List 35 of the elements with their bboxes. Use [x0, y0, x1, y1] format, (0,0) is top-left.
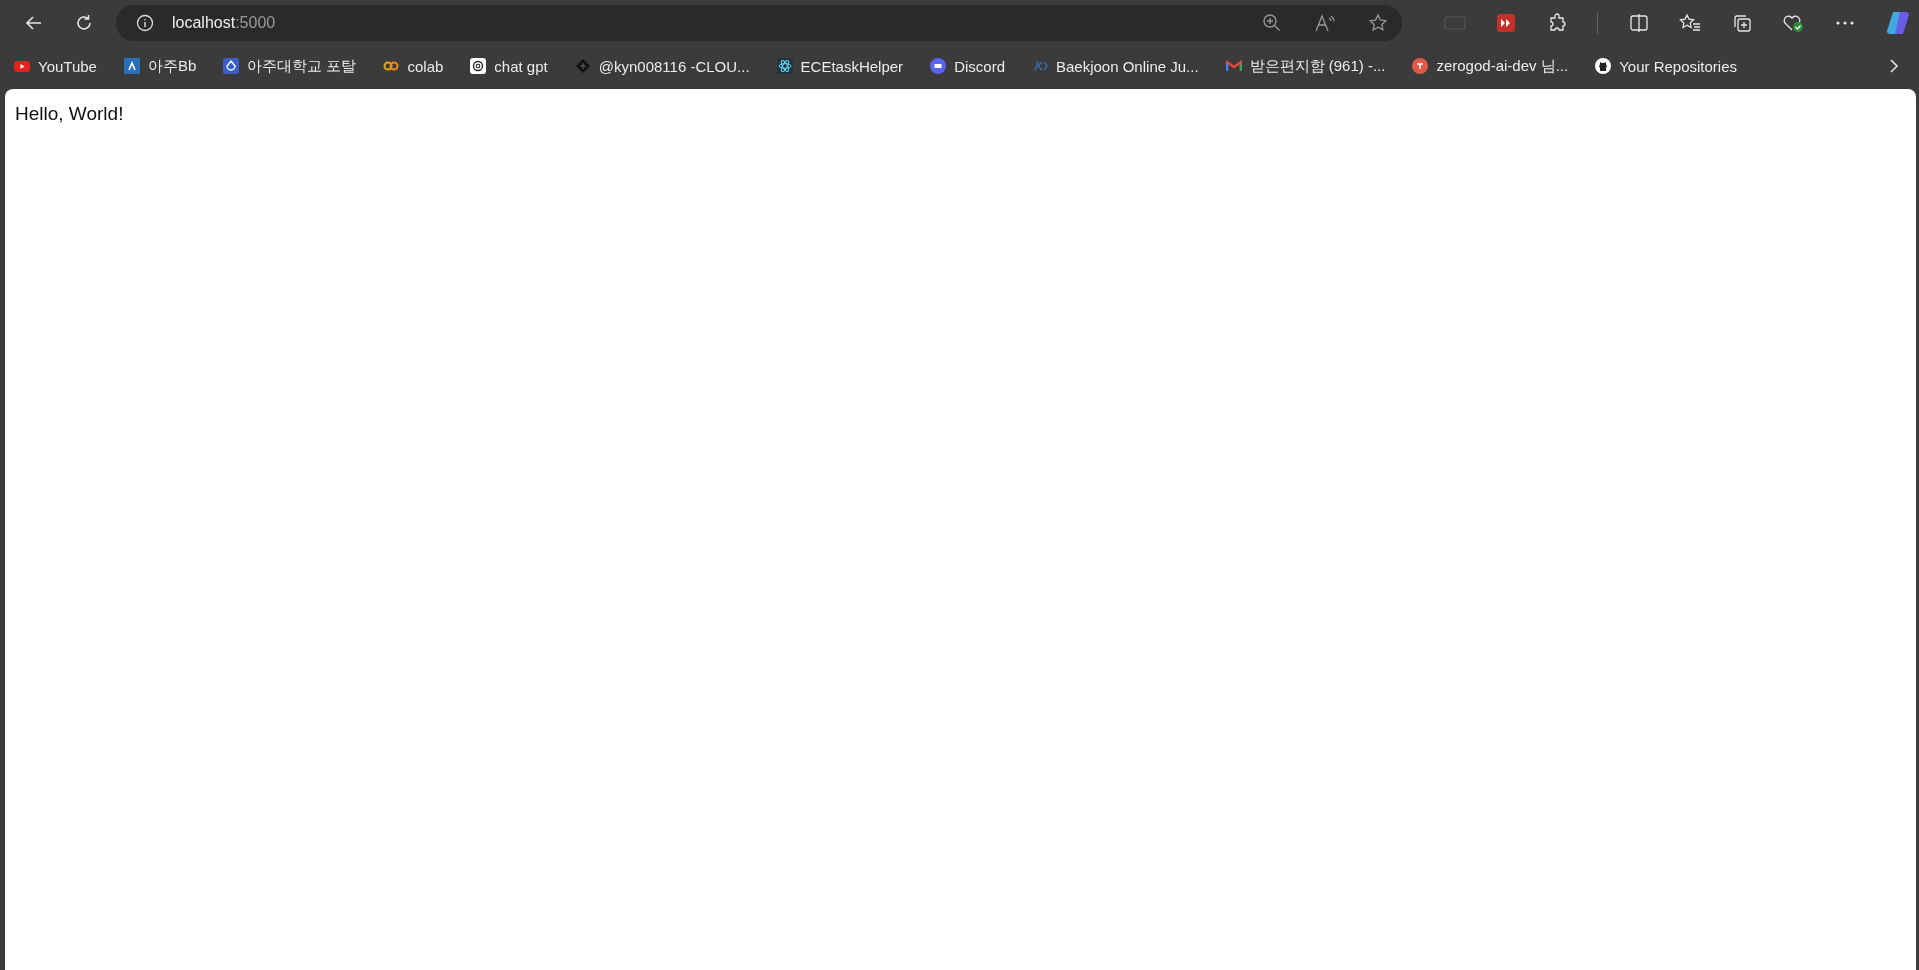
bookmark-link[interactable]: 아주대학교 포탈 — [223, 56, 357, 76]
mail-icon — [1225, 58, 1242, 74]
collections-icon[interactable] — [1731, 13, 1752, 33]
bookmark-link[interactable]: chat gpt — [470, 57, 548, 75]
favorites-icon[interactable] — [1679, 13, 1702, 33]
bookmark-link[interactable]: 아주Bb — [123, 56, 197, 76]
fast-forward-icon[interactable] — [1496, 13, 1517, 33]
read-aloud-icon[interactable] — [1314, 13, 1336, 33]
bookmark-link[interactable]: ECEtaskHelper — [776, 57, 904, 75]
diamond-icon — [574, 58, 591, 74]
chevron-right-icon[interactable] — [1889, 58, 1899, 74]
reload-icon[interactable] — [74, 13, 94, 33]
peak-icon — [123, 58, 140, 74]
info-icon[interactable] — [136, 14, 154, 32]
more-icon[interactable] — [1834, 20, 1855, 26]
bookmark-link[interactable]: YouTube — [14, 57, 97, 75]
split-screen-icon[interactable] — [1628, 13, 1649, 33]
heart-check-icon[interactable] — [1782, 13, 1805, 33]
drops-icon — [223, 58, 240, 74]
code-icon — [1032, 58, 1048, 74]
bookmark-link[interactable]: Your Repositories — [1595, 57, 1738, 75]
bookmark-link[interactable]: @kyn008116 -CLOU... — [574, 57, 750, 75]
address-bar[interactable]: localhost:5000 — [116, 5, 1402, 41]
star-icon[interactable] — [1368, 13, 1388, 33]
bookmark-link[interactable]: zerogod-ai-dev 님... — [1412, 56, 1569, 76]
copilot-icon[interactable] — [1884, 10, 1911, 36]
bookmark-link[interactable]: Baekjoon Online Ju... — [1032, 57, 1199, 75]
page-text: Hello, World! — [15, 103, 124, 125]
bookmark-link[interactable]: colab — [383, 57, 444, 75]
bookmark-link[interactable]: 받은편지함 (961) -... — [1225, 56, 1386, 76]
bookmark-link[interactable]: Discord — [930, 57, 1005, 75]
play-icon — [14, 58, 30, 74]
zoom-in-icon[interactable] — [1262, 13, 1282, 33]
url-text: localhost:5000 — [172, 14, 276, 32]
atom-icon — [776, 58, 793, 74]
